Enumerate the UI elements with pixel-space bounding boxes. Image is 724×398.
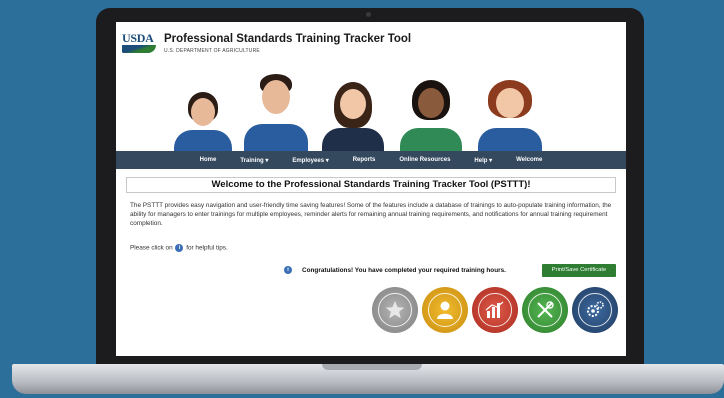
tips-text-before: Please click on xyxy=(130,244,173,252)
laptop-base-notch xyxy=(322,364,422,370)
nav-help[interactable]: Help ▾ xyxy=(462,157,504,164)
completion-notice: i Congratulations! You have completed yo… xyxy=(276,264,616,278)
help-tips-line: Please click on i for helpful tips. xyxy=(130,244,228,252)
badge-nutrition[interactable] xyxy=(522,287,568,333)
nav-home[interactable]: Home xyxy=(188,157,229,163)
tips-text-after: for helpful tips. xyxy=(186,244,228,252)
info-icon[interactable]: i xyxy=(175,244,184,252)
browser-screen: USDA Professional Standards Training Tra… xyxy=(116,22,626,356)
print-save-certificate-button[interactable]: Print/Save Certificate xyxy=(542,264,616,277)
banner-person xyxy=(396,80,466,152)
badge-operations[interactable] xyxy=(572,287,618,333)
congrats-message: Congratulations! You have completed your… xyxy=(302,267,506,274)
site-title: Professional Standards Training Tracker … xyxy=(164,33,412,45)
usda-logo-text: USDA xyxy=(122,31,154,45)
badge-star[interactable] xyxy=(372,287,418,333)
nav-online-resources[interactable]: Online Resources xyxy=(387,157,462,163)
laptop-base xyxy=(12,364,724,394)
laptop-lid: USDA Professional Standards Training Tra… xyxy=(96,8,644,364)
banner-person xyxy=(240,74,312,152)
site-subtitle: U.S. DEPARTMENT OF AGRICULTURE xyxy=(164,48,260,54)
gears-icon xyxy=(578,293,612,327)
usda-logo[interactable]: USDA xyxy=(122,32,156,56)
usda-swoosh-icon xyxy=(122,45,156,53)
site-header: USDA Professional Standards Training Tra… xyxy=(116,22,626,152)
nav-employees[interactable]: Employees ▾ xyxy=(280,157,340,164)
nav-welcome[interactable]: Welcome xyxy=(504,157,554,163)
webcam xyxy=(366,12,371,17)
main-nav: Home Training ▾ Employees ▾ Reports Onli… xyxy=(116,151,626,169)
nav-reports[interactable]: Reports xyxy=(341,157,388,163)
staff-banner-photo xyxy=(170,66,570,152)
nav-training[interactable]: Training ▾ xyxy=(228,157,280,164)
utensils-icon xyxy=(528,293,562,327)
banner-person xyxy=(318,82,388,152)
chart-icon xyxy=(478,293,512,327)
banner-person xyxy=(474,80,546,152)
person-icon xyxy=(428,293,462,327)
welcome-heading: Welcome to the Professional Standards Tr… xyxy=(126,177,616,193)
star-icon xyxy=(378,293,412,327)
congrats-info-icon[interactable]: i xyxy=(284,266,292,274)
achievement-badges xyxy=(372,287,620,335)
banner-person xyxy=(170,90,236,152)
badge-chart[interactable] xyxy=(472,287,518,333)
intro-paragraph: The PSTTT provides easy navigation and u… xyxy=(130,202,612,228)
badge-person[interactable] xyxy=(422,287,468,333)
